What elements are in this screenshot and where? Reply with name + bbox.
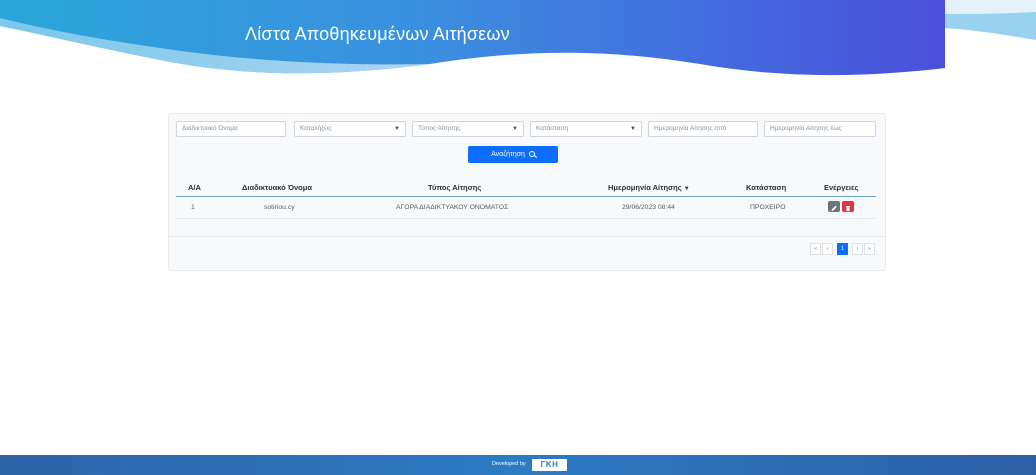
footer: Developed by ΓΚΗ	[0, 455, 1036, 475]
header-type[interactable]: Τύπος Αίτησης	[428, 183, 481, 192]
table-header: Α/Α Διαδικτυακό Όνομα Τύπος Αίτησης Ημερ…	[176, 180, 876, 197]
page-first-button[interactable]: «	[810, 243, 821, 255]
sort-desc-icon: ▼	[683, 186, 690, 192]
page: Λίστα Αποθηκευμένων Αιτήσεων Διαδικτυακό…	[0, 0, 1036, 475]
extension-placeholder: Καταλήξεις	[300, 125, 332, 132]
edit-button[interactable]	[828, 201, 840, 212]
status-placeholder: Κατάσταση	[536, 125, 569, 132]
filters-bar: Διαδικτυακό Όνομα Καταλήξεις ▼ Τύπος Αίτ…	[176, 121, 876, 137]
search-icon	[528, 151, 535, 157]
search-button[interactable]: Αναζήτηση	[468, 146, 558, 163]
page-next-button[interactable]: ›	[852, 243, 863, 255]
domain-name-input[interactable]: Διαδικτυακό Όνομα	[176, 121, 286, 137]
header-domain[interactable]: Διαδικτυακό Όνομα	[242, 183, 312, 192]
pencil-icon	[831, 205, 837, 211]
header-status[interactable]: Κατάσταση	[746, 183, 786, 192]
extension-select[interactable]: Καταλήξεις ▼	[294, 121, 406, 137]
date-from-input[interactable]: Ημερομηνία Αίτησης από	[648, 121, 758, 137]
header-date-label: Ημερομηνία Αίτησης	[608, 183, 682, 192]
chevron-down-icon: ▼	[630, 126, 636, 132]
cell-type: ΑΓΟΡΑ ΔΙΑΔΙΚΤΥΑΚΟΥ ΟΝΟΜΑΤΟΣ	[396, 204, 509, 211]
header-date[interactable]: Ημερομηνία Αίτησης ▼	[608, 183, 690, 192]
wave-background	[0, 0, 1036, 76]
logo-text: ΓΚΗ	[540, 460, 559, 469]
developed-by-text: Developed by	[492, 461, 526, 467]
date-to-placeholder: Ημερομηνία Αίτησης έως	[770, 125, 842, 132]
header-banner: Λίστα Αποθηκευμένων Αιτήσεων	[0, 0, 1036, 80]
cell-index: 1	[191, 204, 195, 211]
cell-date: 29/06/2023 08:44	[622, 204, 675, 211]
table-row: 1 sotiriou.cy ΑΓΟΡΑ ΔΙΑΔΙΚΤΥΑΚΟΥ ΟΝΟΜΑΤΟ…	[176, 197, 876, 219]
requests-table: Α/Α Διαδικτυακό Όνομα Τύπος Αίτησης Ημερ…	[176, 180, 876, 219]
developer-logo: ΓΚΗ	[532, 459, 567, 471]
chevron-down-icon: ▼	[512, 126, 518, 132]
chevron-down-icon: ▼	[394, 126, 400, 132]
status-select[interactable]: Κατάσταση ▼	[530, 121, 642, 137]
cell-domain: sotiriou.cy	[264, 204, 295, 211]
domain-name-placeholder: Διαδικτυακό Όνομα	[182, 125, 238, 132]
request-type-placeholder: Τύπος Αίτησης	[418, 125, 461, 132]
page-prev-button[interactable]: ‹	[822, 243, 833, 255]
date-from-placeholder: Ημερομηνία Αίτησης από	[654, 125, 727, 132]
page-current-button[interactable]: 1	[837, 243, 848, 255]
header-index: Α/Α	[188, 183, 201, 192]
panel-divider	[168, 236, 886, 237]
cell-status: ΠΡΟΧΕΙΡΟ	[750, 204, 786, 211]
header-actions: Ενέργειες	[824, 183, 859, 192]
trash-icon	[846, 206, 850, 211]
delete-button[interactable]	[842, 201, 854, 212]
page-title: Λίστα Αποθηκευμένων Αιτήσεων	[245, 24, 510, 44]
date-to-input[interactable]: Ημερομηνία Αίτησης έως	[764, 121, 876, 137]
request-type-select[interactable]: Τύπος Αίτησης ▼	[412, 121, 524, 137]
search-button-label: Αναζήτηση	[491, 151, 525, 158]
page-last-button[interactable]: »	[864, 243, 875, 255]
